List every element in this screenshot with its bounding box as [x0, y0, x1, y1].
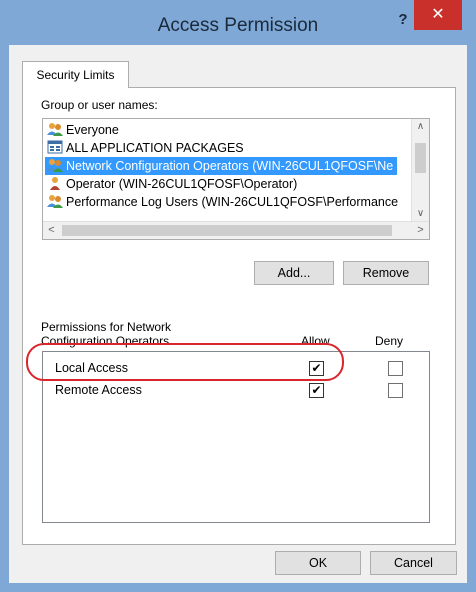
help-button[interactable]: ?: [392, 10, 414, 30]
add-button[interactable]: Add...: [254, 261, 334, 285]
list-item-operator[interactable]: Operator (WIN-26CUL1QFOSF\Operator): [45, 175, 301, 193]
horizontal-scroll-thumb[interactable]: [62, 225, 392, 236]
scroll-left-icon[interactable]: <: [43, 222, 60, 239]
scroll-up-icon[interactable]: ∧: [412, 119, 429, 135]
scroll-down-icon[interactable]: ∨: [412, 206, 429, 222]
local-access-deny-checkbox[interactable]: [388, 361, 403, 376]
users-group-icon: [47, 194, 63, 208]
group-or-user-names-label: Group or user names:: [41, 98, 158, 112]
horizontal-scrollbar[interactable]: < >: [43, 221, 429, 239]
users-group-icon: [47, 158, 63, 172]
close-button[interactable]: ✕: [414, 0, 462, 30]
user-list[interactable]: Everyone ALL APPLICATION PACKAGES Networ…: [42, 118, 430, 240]
list-item-all-application-packages[interactable]: ALL APPLICATION PACKAGES: [45, 139, 248, 157]
security-limits-panel: Group or user names: Everyone ALL APPLIC…: [22, 87, 456, 545]
list-item-label: Everyone: [66, 123, 119, 137]
application-packages-icon: [47, 140, 63, 154]
list-item-label: Network Configuration Operators (WIN-26C…: [66, 159, 394, 173]
list-item-network-configuration-operators[interactable]: Network Configuration Operators (WIN-26C…: [45, 157, 398, 175]
remote-access-deny-checkbox[interactable]: [388, 383, 403, 398]
title-bar[interactable]: Access Permission ? ✕: [0, 0, 476, 44]
dialog-client-area: Security Limits Group or user names: Eve…: [9, 45, 467, 583]
close-icon: ✕: [431, 6, 445, 23]
user-icon: [47, 176, 63, 190]
list-item-label: ALL APPLICATION PACKAGES: [66, 141, 244, 155]
permissions-header-line1: Permissions for Network: [41, 320, 172, 334]
permission-row-remote-access: Remote Access: [55, 383, 142, 397]
list-item-everyone[interactable]: Everyone: [45, 121, 123, 139]
vertical-scroll-thumb[interactable]: [415, 143, 426, 173]
deny-column-header: Deny: [375, 334, 404, 348]
remote-access-highlight: [26, 343, 344, 381]
ok-button[interactable]: OK: [275, 551, 361, 575]
cancel-button[interactable]: Cancel: [370, 551, 457, 575]
list-item-label: Operator (WIN-26CUL1QFOSF\Operator): [66, 177, 298, 191]
list-item-label: Performance Log Users (WIN-26CUL1QFOSF\P…: [66, 195, 399, 209]
tab-security-limits[interactable]: Security Limits: [22, 61, 129, 88]
access-permission-dialog: Access Permission ? ✕ Security Limits Gr…: [0, 0, 476, 592]
remove-button[interactable]: Remove: [343, 261, 429, 285]
scroll-right-icon[interactable]: >: [412, 222, 429, 239]
vertical-scrollbar[interactable]: ∧ ∨: [411, 119, 429, 222]
users-group-icon: [47, 122, 63, 136]
list-item-performance-log-users[interactable]: Performance Log Users (WIN-26CUL1QFOSF\P…: [45, 193, 402, 211]
remote-access-allow-checkbox[interactable]: ✔: [309, 383, 324, 398]
